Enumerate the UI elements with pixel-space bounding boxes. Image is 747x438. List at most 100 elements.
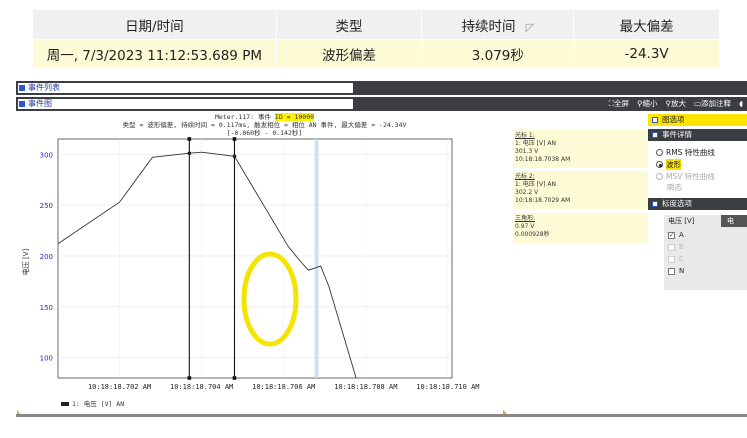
- add-note-label: 添加注释: [701, 99, 732, 108]
- zoom-out-label: 缩小: [642, 99, 658, 108]
- event-viewer: 事件列表 事件图 ⛶全屏 ⚲缩小 ⚲放大 ▭添加注释 ◖ Meter.117: …: [16, 81, 747, 417]
- event-details-header[interactable]: 事件详情: [648, 129, 747, 141]
- channel-n-row[interactable]: N: [668, 267, 684, 275]
- channel-b-label: B: [679, 243, 684, 251]
- cursor-handle-bottom: [187, 376, 192, 380]
- col-header-type[interactable]: 类型: [275, 9, 423, 40]
- channel-selector: 电压 [V] 电 ✓ A B C N: [664, 215, 747, 290]
- voltage-column-label: 电压 [V]: [668, 217, 695, 225]
- cursor2-series: 1: 电压 [V] AN: [515, 181, 556, 188]
- zoom-in-button[interactable]: ⚲放大: [665, 97, 686, 111]
- transient-option[interactable]: 瞬态: [667, 182, 682, 193]
- checkbox-checked-icon[interactable]: ✓: [668, 231, 675, 239]
- table-row[interactable]: 周一, 7/3/2023 11:12:53.689 PM 波形偏差 3.079秒…: [32, 39, 720, 68]
- zoom-out-button[interactable]: ⚲缩小: [637, 97, 658, 111]
- graph-toolbar: ⛶全屏 ⚲缩小 ⚲放大 ▭添加注释 ◖: [609, 97, 747, 111]
- fullscreen-button[interactable]: ⛶全屏: [609, 97, 629, 111]
- checkbox-icon[interactable]: [668, 255, 675, 263]
- event-details-label: 事件详情: [662, 130, 692, 139]
- rms-curve-option[interactable]: RMS 特性曲线: [656, 147, 715, 158]
- cursor-handle-top: [232, 137, 237, 141]
- event-list-tab[interactable]: 事件列表: [18, 83, 353, 93]
- y-tick-label: 250: [40, 202, 53, 210]
- sort-icon[interactable]: ◸: [526, 21, 534, 34]
- chart-svg[interactable]: 300 250 200 150 100 10:18:18.702 AM 10:18:18.…: [16, 112, 513, 417]
- cursor-info-panel: 光标 1: 1: 电压 [V] AN 301.3 V 10:18:18.7038…: [513, 130, 648, 416]
- event-list-bar: 事件列表: [16, 81, 747, 95]
- msv-curve-option[interactable]: MSV 特性曲线: [656, 171, 715, 182]
- legend-label[interactable]: 1: 电压 [V] AN: [72, 399, 124, 408]
- x-tick-label: 10:18:18.710 AM: [416, 383, 479, 391]
- msv-curve-label: MSV 特性曲线: [666, 172, 715, 181]
- channel-a-row[interactable]: ✓ A: [668, 231, 684, 239]
- channel-column-header: 电压 [V] 电: [664, 215, 747, 227]
- legend-swatch: [61, 402, 69, 406]
- radio-selected-icon[interactable]: [656, 161, 663, 168]
- graph-options-label: 图选项: [662, 115, 685, 124]
- cell-duration: 3.079秒: [421, 39, 575, 68]
- channel-a-label: A: [679, 231, 684, 239]
- channel-b-row[interactable]: B: [668, 243, 684, 251]
- y-axis-label: 电压 [V]: [21, 248, 30, 275]
- cursor1-series: 1: 电压 [V] AN: [515, 140, 556, 147]
- add-note-button[interactable]: ▭添加注释: [694, 97, 731, 111]
- note-icon: ▭: [693, 99, 702, 108]
- channel-c-row[interactable]: C: [668, 255, 684, 263]
- zoom-in-label: 放大: [670, 99, 686, 108]
- transient-label: 瞬态: [667, 183, 682, 192]
- col-header-max-deviation[interactable]: 最大偏差: [573, 9, 720, 40]
- col-header-datetime[interactable]: 日期/时间: [32, 9, 277, 40]
- checkbox-icon[interactable]: [668, 267, 675, 275]
- bound-options-label: 标度选项: [662, 199, 692, 208]
- channel-c-label: C: [679, 255, 684, 263]
- trigger-marker: [314, 139, 319, 378]
- panel-toggle-icon[interactable]: ◖: [739, 97, 743, 111]
- channel-n-label: N: [679, 267, 685, 275]
- horizontal-scrollbar[interactable]: [16, 414, 747, 417]
- collapse-icon[interactable]: [19, 85, 25, 91]
- waveform-chart: Meter.117: 事件 ID = 10000 类型 = 波形偏差, 持续时间…: [16, 112, 513, 417]
- delta-card: 三角形: 0.97 V 0.000928秒: [513, 213, 648, 243]
- delta-title: 三角形:: [515, 215, 536, 222]
- cursor1-card: 光标 1: 1: 电压 [V] AN 301.3 V 10:18:18.7038…: [513, 130, 648, 168]
- options-panel: 图选项 事件详情 RMS 特性曲线 波形 MSV 特性曲线 瞬态 标度选项 电压…: [648, 112, 747, 417]
- event-list-label: 事件列表: [28, 83, 60, 92]
- bound-options-header[interactable]: 标度选项: [648, 198, 747, 210]
- delta-value: 0.97 V: [515, 223, 535, 230]
- col-header-duration-label: 持续时间: [461, 18, 516, 35]
- radio-icon[interactable]: [656, 149, 663, 156]
- cursor1-time: 10:18:18.7038 AM: [515, 156, 571, 163]
- y-tick-label: 300: [40, 151, 53, 159]
- checkbox-icon[interactable]: [668, 243, 675, 251]
- collapse-icon: [652, 132, 658, 138]
- cursor2-value: 302.2 V: [515, 189, 539, 196]
- current-column-tab[interactable]: 电: [721, 215, 747, 227]
- waveform-option[interactable]: 波形: [656, 159, 681, 170]
- cursor2-title: 光标 2:: [515, 173, 535, 180]
- delta-time: 0.000928秒: [515, 231, 550, 238]
- cell-max-deviation: -24.3V: [573, 39, 720, 68]
- x-tick-label: 10:18:18.702 AM: [88, 383, 151, 391]
- event-summary-table: 日期/时间 类型 持续时间 ◸ 最大偏差 周一, 7/3/2023 11:12:5…: [32, 9, 720, 68]
- event-graph-bar: 事件图 ⛶全屏 ⚲缩小 ⚲放大 ▭添加注释 ◖: [16, 97, 747, 111]
- event-graph-label: 事件图: [28, 99, 52, 108]
- cursor-handle-top: [187, 137, 192, 141]
- cell-datetime: 周一, 7/3/2023 11:12:53.689 PM: [32, 39, 277, 68]
- rms-curve-label: RMS 特性曲线: [666, 148, 715, 157]
- collapse-icon: [652, 201, 658, 207]
- event-graph-tab[interactable]: 事件图: [18, 99, 353, 109]
- y-tick-label: 150: [40, 304, 53, 312]
- x-tick-label: 10:18:18.708 AM: [334, 383, 397, 391]
- y-tick-label: 200: [40, 253, 53, 261]
- radio-icon[interactable]: [656, 173, 663, 180]
- y-tick-label: 100: [40, 355, 53, 363]
- table-header-row: 日期/时间 类型 持续时间 ◸ 最大偏差: [32, 9, 720, 40]
- cursor2-card: 光标 2: 1: 电压 [V] AN 302.2 V 10:18:18.7029…: [513, 171, 648, 209]
- cursor1-value: 301.3 V: [515, 148, 539, 155]
- collapse-icon[interactable]: [19, 101, 25, 107]
- x-tick-label: 10:18:18.704 AM: [170, 383, 233, 391]
- graph-options-header[interactable]: 图选项: [648, 114, 747, 126]
- fullscreen-label: 全屏: [613, 99, 629, 108]
- col-header-duration[interactable]: 持续时间 ◸: [421, 9, 575, 40]
- collapse-icon: [652, 117, 658, 123]
